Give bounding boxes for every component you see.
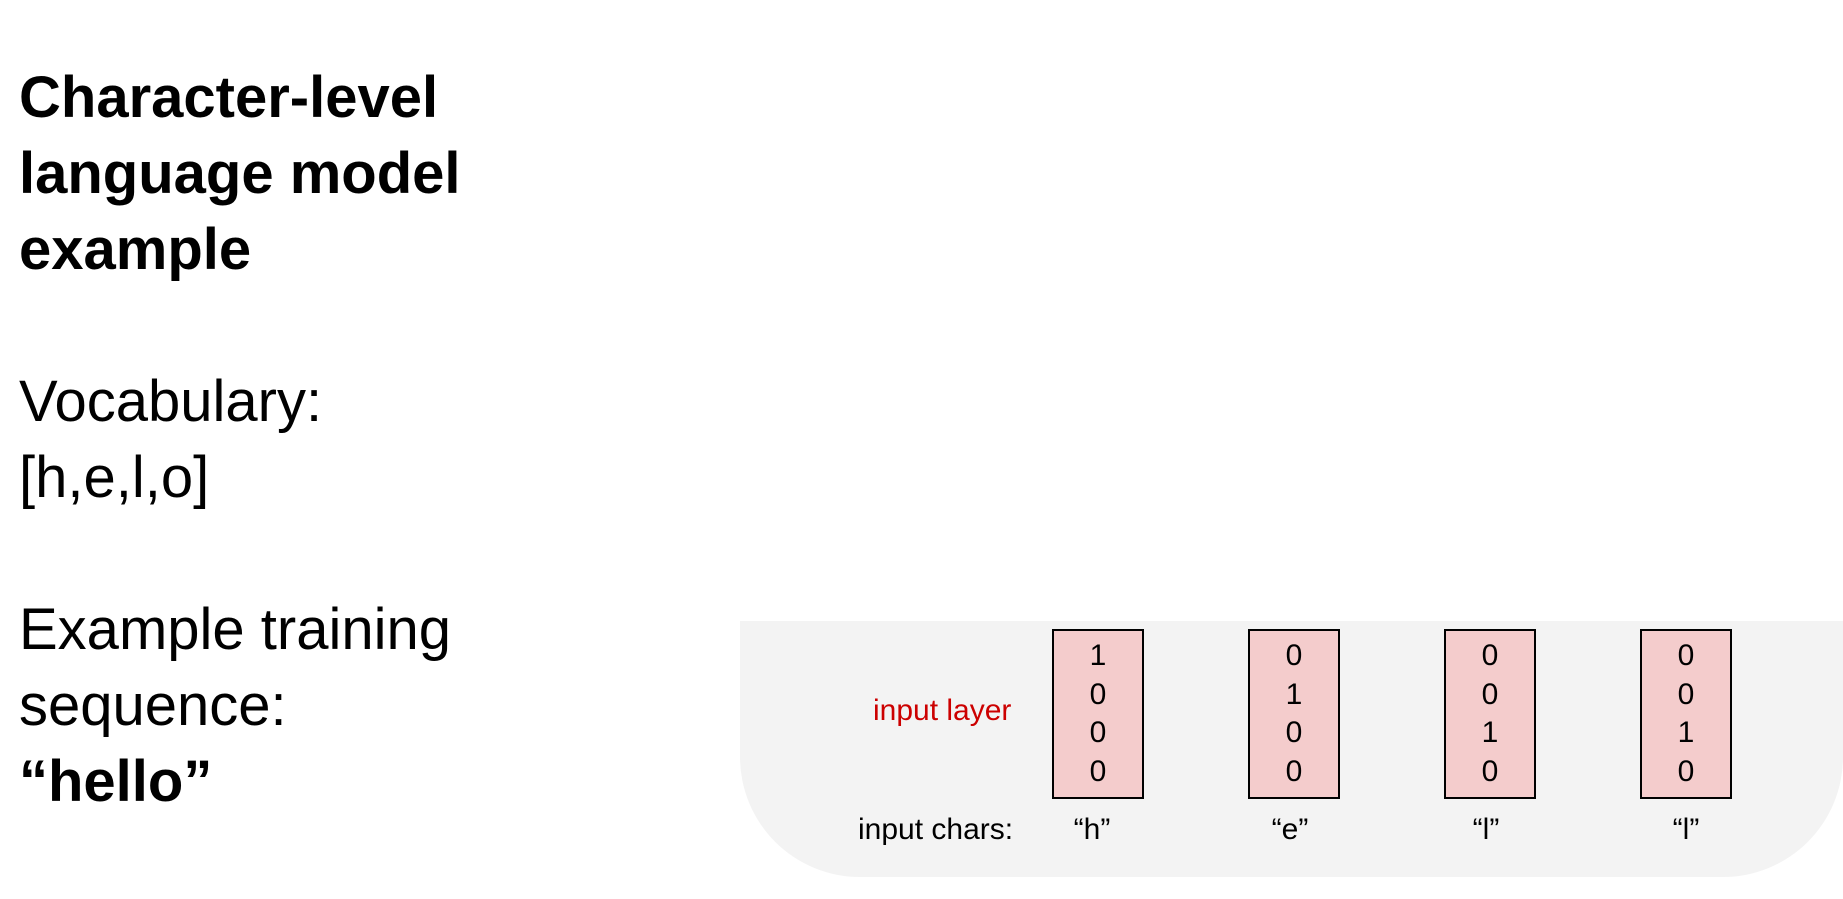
vector-value: 0	[1481, 677, 1499, 711]
vector-value: 0	[1089, 716, 1107, 750]
vector-value: 0	[1089, 677, 1107, 711]
input-char-4: “l”	[1672, 813, 1700, 846]
vector-value: 0	[1481, 638, 1499, 672]
vector-value: 1	[1481, 716, 1499, 750]
input-char-1: “h”	[1073, 813, 1111, 846]
input-char-3: “l”	[1472, 813, 1500, 846]
vector-value: 1	[1089, 638, 1107, 672]
input-vector-2: 0 1 0 0	[1248, 629, 1340, 799]
vector-value: 0	[1285, 716, 1303, 750]
vector-value: 0	[1677, 638, 1695, 672]
training-label-line-1: Example training	[19, 597, 451, 662]
vector-value: 1	[1285, 677, 1303, 711]
training-label-line-2: sequence:	[19, 673, 287, 738]
input-chars-label: input chars:	[858, 813, 1014, 846]
vector-value: 1	[1677, 716, 1695, 750]
title-line-1: Character-level	[19, 65, 439, 130]
vector-value: 0	[1285, 638, 1303, 672]
title-line-2: language model	[19, 141, 461, 206]
input-vector-3: 0 0 1 0	[1444, 629, 1536, 799]
input-vector-4: 0 0 1 0	[1640, 629, 1732, 799]
vocabulary-label: Vocabulary:	[19, 369, 323, 434]
input-char-2: “e”	[1271, 813, 1309, 846]
vocabulary-value: [h,e,l,o]	[19, 445, 210, 510]
vector-value: 0	[1481, 755, 1499, 789]
slide-title: Character-level language model example	[19, 60, 579, 288]
input-layer-label: input layer	[873, 694, 1012, 727]
slide-text: Character-level language model example V…	[19, 60, 579, 820]
vector-value: 0	[1677, 755, 1695, 789]
vector-value: 0	[1677, 677, 1695, 711]
input-vector-1: 1 0 0 0	[1052, 629, 1144, 799]
vector-value: 0	[1285, 755, 1303, 789]
title-line-3: example	[19, 217, 252, 282]
vector-value: 0	[1089, 755, 1107, 789]
training-sequence-value: “hello”	[19, 749, 213, 814]
